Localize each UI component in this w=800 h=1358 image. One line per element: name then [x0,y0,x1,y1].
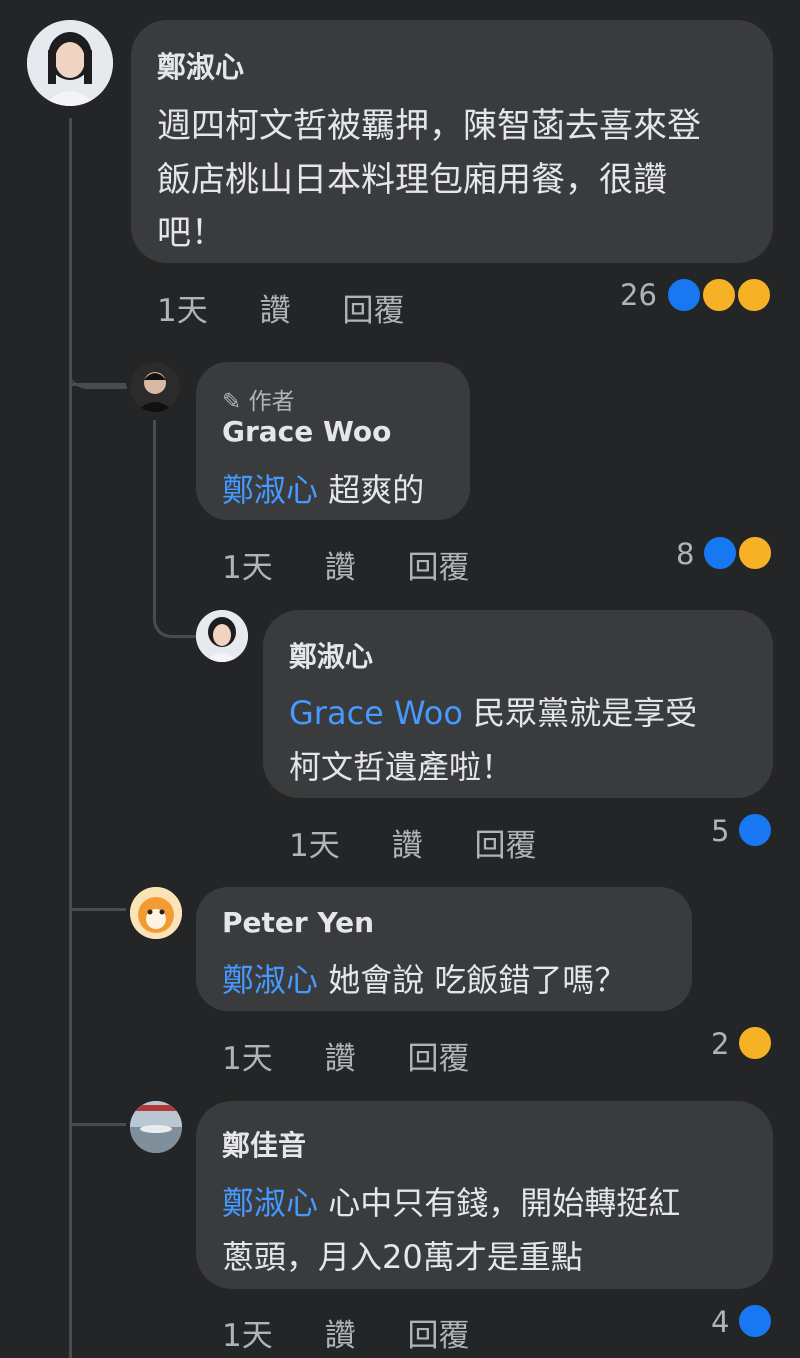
mention-link[interactable]: 鄭淑心 [222,471,318,509]
like-button[interactable]: 讚 [260,293,291,329]
comment-time[interactable]: 1天 [289,828,340,864]
wow-reaction-icon [736,277,772,313]
mention-link[interactable]: 鄭淑心 [222,1184,318,1222]
author-badge-label: 作者 [248,389,295,415]
avatar[interactable] [130,362,180,412]
like-reaction-icon [737,812,773,848]
reply-button[interactable]: 回覆 [474,828,536,864]
comment-text: 鄭淑心 超爽的 [222,465,424,511]
thread-connector-nested [153,420,196,638]
comment-actions: 1天 讚 回覆 [222,1033,469,1078]
pencil-icon: ✎ [222,389,242,415]
comment-text: 鄭淑心 她會說 吃飯錯了嗎？ [222,955,626,1001]
mention-link[interactable]: 鄭淑心 [222,961,318,999]
author-badge: ✎ 作者 [222,382,295,416]
like-button[interactable]: 讚 [392,828,423,864]
comment-text-body: 心中只有錢，開始轉挺紅 [328,1184,681,1222]
avatar[interactable] [130,1101,182,1153]
like-reaction-icon [737,1303,773,1339]
like-button[interactable]: 讚 [325,1041,356,1077]
comment-time[interactable]: 1天 [222,1318,273,1354]
thread-connector [69,340,127,389]
comment-text: Grace Woo 民眾黨就是享受 [289,688,697,734]
comment-author[interactable]: 鄭淑心 [157,44,244,86]
reaction-count[interactable]: 4 [711,1305,729,1339]
comment-actions: 1天 讚 回覆 [222,1310,469,1355]
comment-text-line: 週四柯文哲被羈押，陳智菡去喜來登 [157,106,701,146]
comment-text-line: 吧！ [157,213,225,253]
comment-actions: 1天 讚 回覆 [289,820,536,865]
avatar[interactable] [27,20,113,106]
reaction-count[interactable]: 26 [620,278,657,312]
like-button[interactable]: 讚 [325,1318,356,1354]
tiger-avatar-icon [130,887,182,939]
avatar-photo-icon [196,610,248,662]
thread-branch [72,1123,126,1126]
avatar-photo-icon [130,362,180,412]
haha-reaction-icon [737,1025,773,1061]
like-reaction-icon [702,535,738,571]
reply-button[interactable]: 回覆 [342,293,404,329]
reply-button[interactable]: 回覆 [407,1318,469,1354]
avatar-photo-icon [27,20,113,106]
comment-text-line: 飯店桃山日本料理包廂用餐，很讚 [157,160,667,200]
comment-author[interactable]: 鄭淑心 [289,635,373,675]
comment-text-line: 柯文哲遺產啦！ [289,748,514,786]
reaction-count[interactable]: 5 [711,814,729,848]
thread-line-main [69,118,72,1358]
comment-author[interactable]: 鄭佳音 [222,1124,306,1164]
haha-reaction-icon [737,535,773,571]
avatar[interactable] [130,887,182,939]
mention-link[interactable]: Grace Woo [289,694,463,732]
comment-text-body: 民眾黨就是享受 [473,694,698,732]
comment-text: 鄭淑心 心中只有錢，開始轉挺紅 [222,1178,680,1224]
comment-time[interactable]: 1天 [157,293,208,329]
like-reaction-icon [666,277,702,313]
comment-text-body: 超爽的 [328,471,425,509]
comment-text-body: 她會說 吃飯錯了嗎？ [328,961,627,999]
reaction-count[interactable]: 2 [711,1027,729,1061]
comment-time[interactable]: 1天 [222,1041,273,1077]
thread-branch [72,908,126,911]
comment-author[interactable]: Grace Woo [222,415,391,448]
landscape-avatar-icon [130,1101,182,1153]
comment-text-line: 蔥頭，月入20萬才是重點 [222,1238,583,1276]
avatar[interactable] [196,610,248,662]
thread-branch [72,383,126,386]
like-button[interactable]: 讚 [325,550,356,586]
comment-time[interactable]: 1天 [222,550,273,586]
reply-button[interactable]: 回覆 [407,550,469,586]
comment-actions: 1天 讚 回覆 [157,285,404,330]
reply-button[interactable]: 回覆 [407,1041,469,1077]
comment-actions: 1天 讚 回覆 [222,542,469,587]
haha-reaction-icon [701,277,737,313]
comment-author[interactable]: Peter Yen [222,906,374,939]
reaction-count[interactable]: 8 [676,537,694,571]
